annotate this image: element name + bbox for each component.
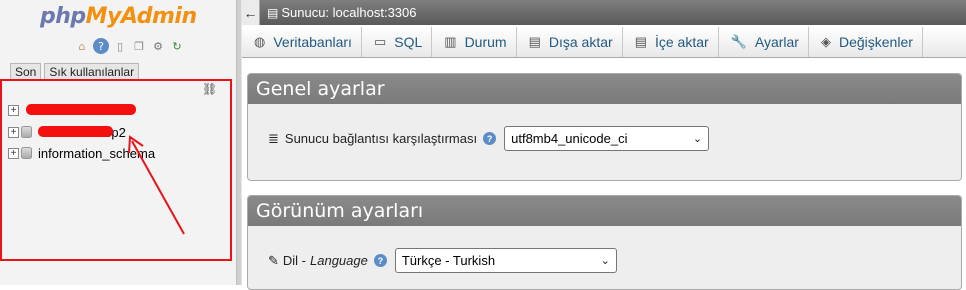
- panel-title: Genel ayarlar: [248, 74, 961, 104]
- collation-row: ≣ Sunucu bağlantısı karşılaştırması ? ut…: [268, 126, 710, 151]
- server-breadcrumb: ← ▤ Sunucu: localhost:3306: [242, 0, 966, 25]
- tab-variables[interactable]: ◈ Değişkenler: [809, 27, 923, 57]
- appearance-settings-panel: Görünüm ayarları ✎ Dil - Language ? Türk…: [247, 195, 962, 290]
- chevron-down-icon: ⌄: [600, 255, 610, 267]
- panel-title: Görünüm ayarları: [248, 196, 961, 226]
- wrench-icon: 🔧: [730, 34, 747, 49]
- status-icon: ▥: [444, 34, 457, 49]
- navigation-panel: phpMyAdmin ⌂ ? ▯ ❐ ⚙ ↻ Son Sık kullanıla…: [0, 0, 236, 285]
- top-tab-bar: ◍ Veritabanları ▭ SQL ▥ Durum ▤ Dışa aktar ▤…: [242, 27, 966, 58]
- tab-status[interactable]: ▥ Durum: [432, 27, 517, 57]
- tab-databases[interactable]: ◍ Veritabanları: [242, 27, 362, 57]
- back-arrow-icon[interactable]: ←: [242, 0, 260, 25]
- export-icon: ▤: [528, 34, 541, 49]
- variables-icon: ◈: [820, 34, 831, 49]
- help-icon[interactable]: ?: [373, 254, 387, 267]
- language-select[interactable]: Türkçe - Turkish ⌄: [394, 248, 617, 273]
- server-icon: ▤: [267, 5, 279, 20]
- collation-label: Sunucu bağlantısı karşılaştırması: [284, 131, 478, 146]
- main-content: ← ▤ Sunucu: localhost:3306 ◍ Veritabanlar…: [242, 0, 966, 290]
- database-icon: ◍: [254, 34, 266, 49]
- tab-sql[interactable]: ▭ SQL: [362, 27, 433, 57]
- tab-settings[interactable]: 🔧 Ayarlar: [719, 27, 809, 57]
- server-label[interactable]: Sunucu: localhost:3306: [281, 5, 416, 20]
- annotation-arrow: [128, 135, 185, 235]
- tab-export[interactable]: ▤ Dışa aktar: [517, 27, 623, 57]
- help-icon[interactable]: ?: [483, 132, 497, 145]
- tab-import[interactable]: ▤ İçe aktar: [623, 27, 719, 57]
- sql-icon: ▭: [373, 34, 387, 49]
- import-icon: ▤: [634, 34, 647, 49]
- language-icon: ✎: [268, 252, 279, 268]
- chevron-down-icon: ⌄: [692, 133, 703, 145]
- collation-select[interactable]: utf8mb4_unicode_ci ⌄: [504, 126, 710, 151]
- general-settings-panel: Genel ayarlar ≣ Sunucu bağlantısı karşıl…: [247, 73, 962, 181]
- list-icon: ≣: [268, 130, 279, 146]
- language-row: ✎ Dil - Language ? Türkçe - Turkish ⌄: [268, 248, 617, 273]
